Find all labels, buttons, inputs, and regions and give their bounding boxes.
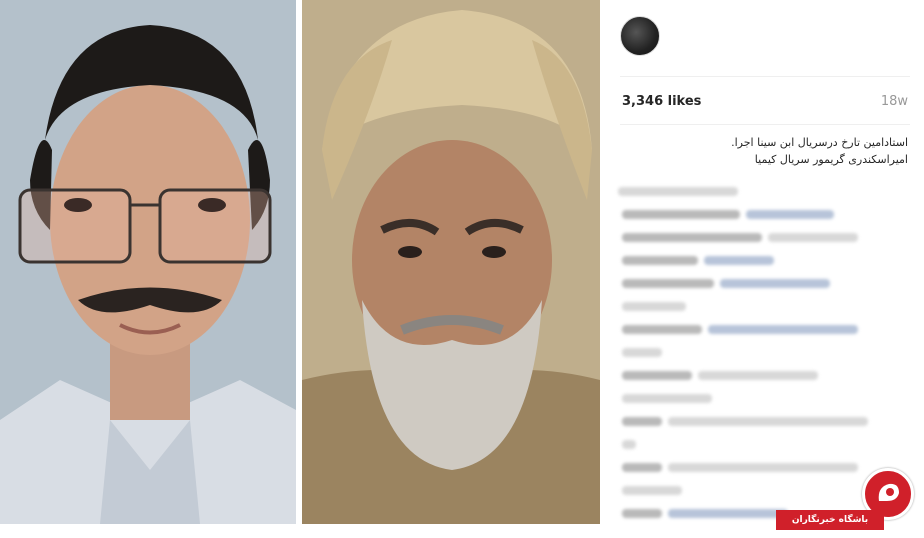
photo-right: [302, 0, 600, 524]
blurred-text: [622, 371, 692, 380]
portrait-left-image: [0, 0, 296, 524]
header-divider: [620, 76, 910, 77]
blurred-text: [622, 348, 662, 357]
likes-divider: [620, 124, 910, 125]
blurred-text: [622, 325, 702, 334]
photo-left: [0, 0, 296, 524]
photo-area: [0, 0, 600, 538]
blurred-text: [708, 325, 858, 334]
avatar[interactable]: [620, 16, 660, 56]
comment-item: [622, 433, 908, 456]
post-header: [620, 14, 910, 62]
blurred-text: [720, 279, 830, 288]
blurred-text: [698, 371, 818, 380]
blurred-text: [768, 233, 858, 242]
blurred-text: [704, 256, 774, 265]
blurred-text: [622, 394, 712, 403]
watermark-logo: باشگاه خبرنگاران: [776, 468, 918, 534]
post-sidebar: 3,346 likes 18w استادامین تارخ درسریال ا…: [600, 0, 924, 538]
comment-item: [622, 272, 908, 295]
blurred-text: [622, 509, 662, 518]
comment-item: [622, 295, 908, 318]
blurred-text: [622, 256, 698, 265]
blurred-text: [622, 463, 662, 472]
watermark-label: باشگاه خبرنگاران: [776, 510, 884, 530]
blurred-text: [618, 187, 738, 196]
blurred-text: [668, 509, 788, 518]
comment-item: [622, 249, 908, 272]
likes-row: 3,346 likes 18w: [622, 94, 908, 116]
comment-item: [622, 226, 908, 249]
comment-item: [622, 341, 908, 364]
blurred-text: [622, 486, 682, 495]
blurred-text: [668, 417, 868, 426]
post-age[interactable]: 18w: [881, 94, 908, 109]
blurred-text: [622, 279, 714, 288]
comment-item: [622, 364, 908, 387]
comment-item: [622, 203, 908, 226]
comment-item: [622, 318, 908, 341]
comment-item: [618, 180, 908, 203]
comment-item: [622, 387, 908, 410]
caption: استادامین تارخ درسریال ابن سینا اجرا. ام…: [622, 134, 908, 168]
blurred-text: [622, 233, 762, 242]
blurred-text: [622, 440, 636, 449]
caption-line-1: استادامین تارخ درسریال ابن سینا اجرا.: [731, 136, 908, 149]
caption-line-2: امیراسکندری گریمور سریال کیمیا: [754, 153, 908, 166]
blurred-text: [622, 302, 686, 311]
portrait-right-image: [302, 0, 600, 524]
likes-count[interactable]: 3,346 likes: [622, 94, 701, 109]
comment-item: [622, 410, 908, 433]
blurred-text: [746, 210, 834, 219]
blurred-text: [622, 210, 740, 219]
blurred-text: [622, 417, 662, 426]
